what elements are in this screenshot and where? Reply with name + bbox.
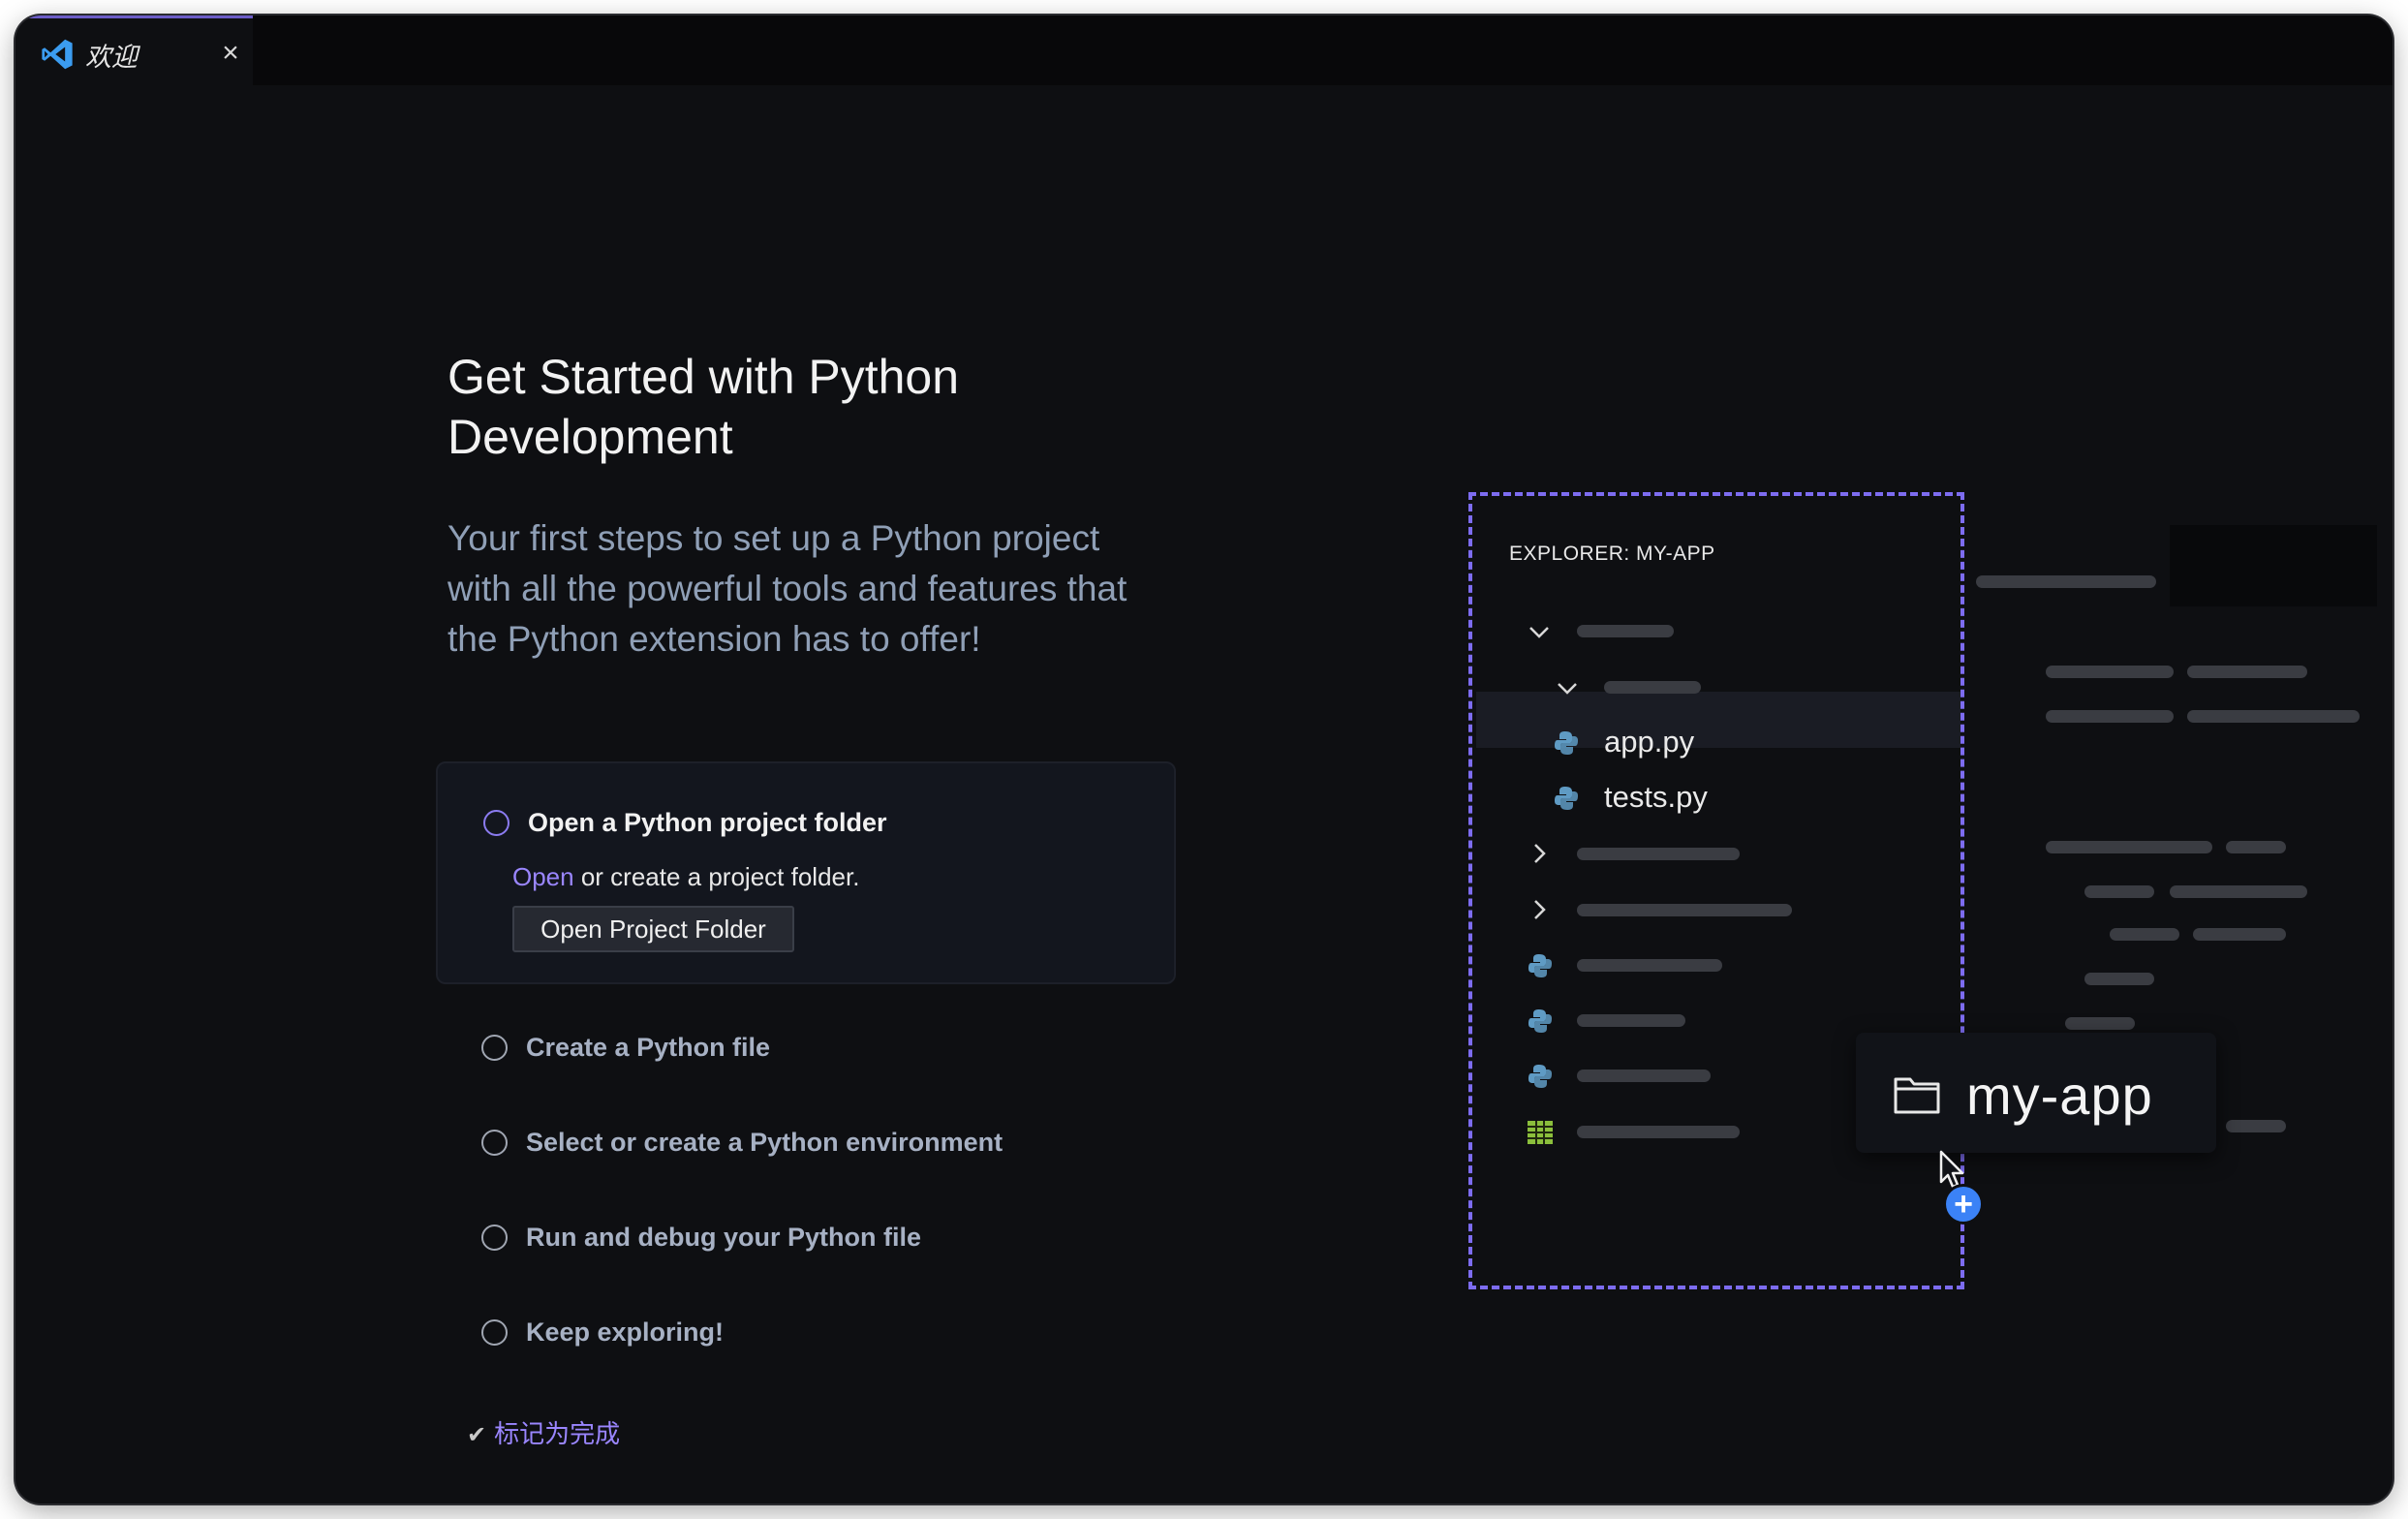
step-title-run-debug[interactable]: Run and debug your Python file: [526, 1223, 921, 1253]
open-project-folder-button[interactable]: Open Project Folder: [512, 906, 794, 952]
page-title: Get Started with Python Development: [448, 347, 1126, 467]
placeholder-bar: [2084, 973, 2154, 985]
page-subtitle: Your first steps to set up a Python proj…: [448, 513, 1184, 665]
placeholder-bar: [1577, 1014, 1685, 1027]
chevron-down-icon: [1529, 627, 1549, 638]
subtitle-line-3: the Python extension has to offer!: [448, 619, 981, 659]
chevron-down-icon: [1558, 683, 1577, 695]
illustration-dark-block: [2170, 525, 2377, 606]
open-link[interactable]: Open: [512, 862, 574, 891]
python-file-icon: [1528, 954, 1552, 977]
placeholder-bar: [1577, 1070, 1711, 1082]
placeholder-bar: [1577, 1126, 1740, 1138]
double-check-icon: ✔︎: [467, 1422, 487, 1448]
step-checkbox[interactable]: [481, 1130, 508, 1156]
mark-done-label: 标记为完成: [494, 1419, 621, 1448]
python-file-icon: [1528, 1009, 1552, 1033]
page-title-line-2: Development: [448, 410, 733, 464]
step-checkbox[interactable]: [481, 1319, 508, 1346]
file-label-tests-py: tests.py: [1604, 780, 1708, 814]
step-title-open-folder[interactable]: Open a Python project folder: [528, 808, 887, 838]
step-description-text: or create a project folder.: [573, 862, 860, 891]
placeholder-bar: [1577, 904, 1792, 916]
welcome-window: 欢迎 ×: [15, 16, 2393, 1504]
placeholder-bar: [1577, 848, 1740, 860]
placeholder-bar: [1604, 681, 1701, 694]
mark-done-link[interactable]: ✔︎ 标记为完成: [467, 1414, 620, 1450]
chevron-right-icon: [1534, 900, 1546, 919]
subtitle-line-1: Your first steps to set up a Python proj…: [448, 518, 1100, 558]
placeholder-bar: [2065, 1017, 2135, 1030]
vscode-logo-icon: [42, 39, 73, 70]
step-checkbox[interactable]: [481, 1224, 508, 1251]
folder-icon: [1894, 1077, 1940, 1114]
placeholder-bar: [2170, 885, 2307, 898]
placeholder-bar: [1577, 959, 1722, 972]
step-title-select-environment[interactable]: Select or create a Python environment: [526, 1128, 1003, 1158]
subtitle-line-2: with all the powerful tools and features…: [448, 569, 1127, 608]
file-label-app-py: app.py: [1604, 725, 1695, 759]
placeholder-bar: [2046, 666, 2174, 678]
placeholder-bar: [2110, 928, 2179, 941]
explorer-illustration: [1468, 492, 1964, 1289]
python-file-icon: [1528, 1065, 1552, 1088]
step-checkbox[interactable]: [483, 810, 509, 836]
tab-bar: 欢迎 ×: [15, 16, 2393, 85]
plus-badge-icon: +: [1943, 1184, 1984, 1224]
placeholder-bar: [2187, 666, 2307, 678]
step-title-keep-exploring[interactable]: Keep exploring!: [526, 1318, 724, 1348]
close-icon[interactable]: ×: [215, 38, 246, 69]
spreadsheet-file-icon: [1528, 1121, 1553, 1144]
placeholder-bar: [2084, 885, 2154, 898]
python-file-icon: [1555, 787, 1578, 810]
step-description: Open or create a project folder.: [512, 862, 859, 892]
step-title-create-file[interactable]: Create a Python file: [526, 1033, 770, 1063]
step-checkbox[interactable]: [481, 1035, 508, 1061]
explorer-title: EXPLORER: MY-APP: [1509, 542, 1715, 565]
placeholder-bar: [2193, 928, 2286, 941]
placeholder-bar: [2046, 710, 2174, 723]
python-file-icon: [1555, 731, 1578, 755]
tab-welcome[interactable]: 欢迎 ×: [15, 16, 253, 85]
placeholder-bar: [1976, 575, 2156, 588]
placeholder-bar: [2187, 710, 2360, 723]
placeholder-bar: [1577, 625, 1674, 637]
placeholder-bar: [2226, 1120, 2286, 1132]
page-title-line-1: Get Started with Python: [448, 350, 960, 404]
tab-title: 欢迎: [85, 43, 138, 72]
folder-label: my-app: [1966, 1065, 2153, 1126]
chevron-right-icon: [1534, 844, 1546, 863]
placeholder-bar: [2226, 841, 2286, 853]
selected-file-row: [1476, 692, 1960, 748]
placeholder-bar: [2046, 841, 2212, 853]
